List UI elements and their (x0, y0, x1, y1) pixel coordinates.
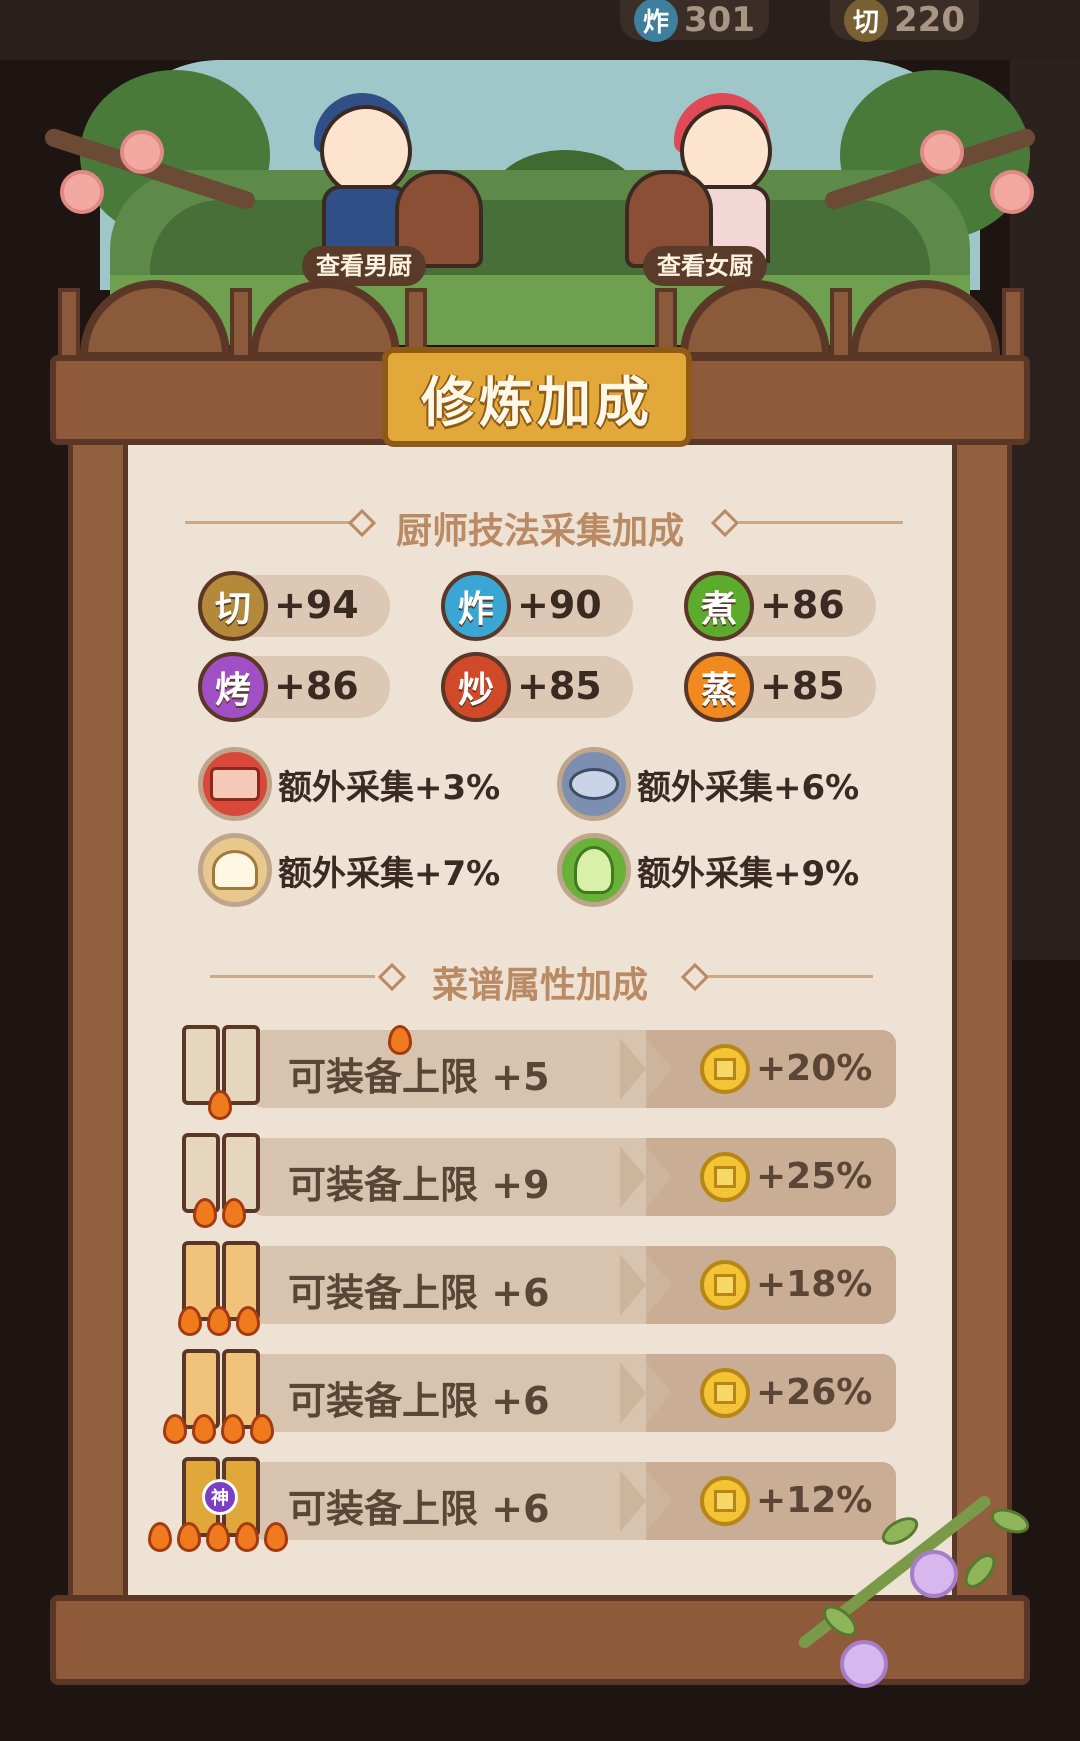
coin-bonus: +18% (756, 1264, 873, 1305)
page-title: 修炼加成 (421, 370, 653, 434)
roast-icon: 烤 (198, 652, 268, 722)
extra-gather-meat: 额外采集+3% (198, 746, 500, 822)
flame-icon (235, 1522, 259, 1552)
flame-icon (221, 1414, 245, 1444)
stirfry-icon: 炒 (441, 652, 511, 722)
flame-icon (177, 1522, 201, 1552)
flame-icon (178, 1306, 202, 1336)
coin-bonus: +25% (756, 1156, 873, 1197)
skill-value: +94 (274, 583, 359, 627)
flame-icon (250, 1414, 274, 1444)
skill-fry: 炸 +90 (441, 571, 633, 641)
recipe-section-title: 菜谱属性加成 (431, 965, 648, 1006)
extra-gather-text: 额外采集+7% (278, 853, 501, 894)
coin-icon (700, 1260, 750, 1310)
title-plate: 修炼加成 (382, 347, 692, 447)
fish-icon (557, 747, 631, 821)
coin-icon (700, 1152, 750, 1202)
recipe-bonus-row: 可装备上限 +9 +25% (250, 1138, 896, 1216)
skill-value: +86 (274, 664, 359, 708)
skill-value: +85 (517, 664, 602, 708)
flame-icon (207, 1306, 231, 1336)
equip-limit-label: 可装备上限 +6 (288, 1487, 550, 1531)
coin-icon (700, 1368, 750, 1418)
flower-icon (920, 130, 964, 174)
recipe-bonus-row: 可装备上限 +6 +18% (250, 1246, 896, 1324)
recipe-bonus-row: 可装备上限 +6 +26% (250, 1354, 896, 1432)
flame-icon (222, 1198, 246, 1228)
flame-icon (193, 1198, 217, 1228)
flame-icon (236, 1306, 260, 1336)
coin-icon (700, 1476, 750, 1526)
coin-icon (700, 1044, 750, 1094)
skill-cut: 切 +94 (198, 571, 390, 641)
extra-gather-text: 额外采集+6% (637, 767, 860, 808)
extra-gather-flour: 额外采集+7% (198, 832, 500, 908)
extra-gather-vegetable: 额外采集+9% (557, 832, 859, 908)
flame-icon (208, 1090, 232, 1120)
boil-icon: 煮 (684, 571, 754, 641)
fry-icon: 炸 (441, 571, 511, 641)
flower-icon (840, 1640, 888, 1688)
flour-icon (198, 833, 272, 907)
skill-value: +86 (760, 583, 845, 627)
equip-limit-label: 可装备上限 +6 (288, 1271, 550, 1315)
steam-icon: 蒸 (684, 652, 754, 722)
recipe-book-icon (180, 1133, 260, 1219)
divine-badge: 神 (202, 1479, 238, 1515)
flower-icon (910, 1550, 958, 1598)
equip-limit-label: 可装备上限 +5 (288, 1055, 550, 1099)
vegetable-icon (557, 833, 631, 907)
recipe-bonus-row: 可装备上限 +5 +20% (250, 1030, 896, 1108)
recipe-bonus-row: 可装备上限 +6 +12% (250, 1462, 896, 1540)
extra-gather-fish: 额外采集+6% (557, 746, 859, 822)
extra-gather-text: 额外采集+9% (637, 853, 860, 894)
skill-roast: 烤 +86 (198, 652, 390, 722)
flame-icon (264, 1522, 288, 1552)
recipe-book-icon (180, 1349, 260, 1435)
skill-stirfry: 炒 +85 (441, 652, 633, 722)
skill-section-title: 厨师技法采集加成 (395, 511, 684, 552)
extra-gather-text: 额外采集+3% (278, 767, 501, 808)
flame-icon (148, 1522, 172, 1552)
skill-boil: 煮 +86 (684, 571, 876, 641)
flower-icon (990, 170, 1034, 214)
skill-value: +85 (760, 664, 845, 708)
coin-bonus: +20% (756, 1048, 873, 1089)
meat-icon (198, 747, 272, 821)
scenery-banner (40, 30, 1040, 345)
equip-limit-label: 可装备上限 +6 (288, 1379, 550, 1423)
board-frame-left (68, 430, 128, 1610)
flame-icon (192, 1414, 216, 1444)
skill-steam: 蒸 +85 (684, 652, 876, 722)
board-frame-right (952, 430, 1012, 1610)
flame-icon (206, 1522, 230, 1552)
skill-value: +90 (517, 583, 602, 627)
equip-limit-label: 可装备上限 +9 (288, 1163, 550, 1207)
flame-icon (163, 1414, 187, 1444)
coin-bonus: +26% (756, 1372, 873, 1413)
flower-icon (60, 170, 104, 214)
cut-icon: 切 (198, 571, 268, 641)
coin-bonus: +12% (756, 1480, 873, 1521)
flower-icon (120, 130, 164, 174)
